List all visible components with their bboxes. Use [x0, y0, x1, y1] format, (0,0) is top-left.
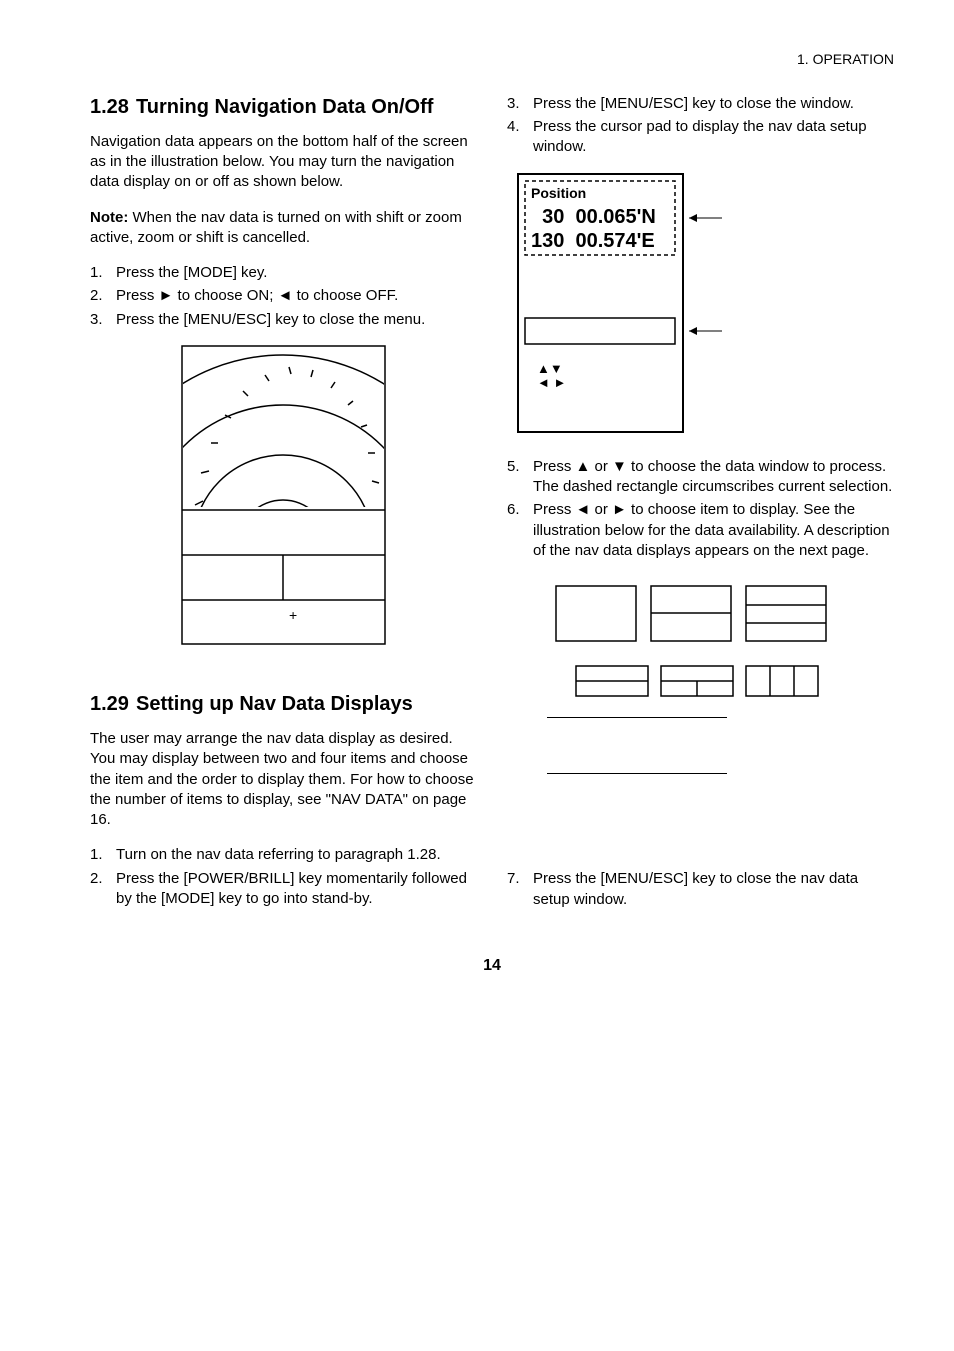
- section-128-title: Turning Navigation Data On/Off: [136, 94, 433, 120]
- step-text: Press the cursor pad to display the nav …: [533, 117, 894, 158]
- step-text: Press the [MENU/ESC] key to close the wi…: [533, 94, 894, 114]
- step-text: Press ◄ or ► to choose item to display. …: [533, 500, 894, 561]
- list-item: 2.Press the [POWER/BRILL] key momentaril…: [90, 869, 477, 910]
- section-129-steps: 1.Turn on the nav data referring to para…: [90, 845, 477, 909]
- step-number: 5.: [507, 457, 533, 498]
- note-label: Note:: [90, 209, 128, 226]
- svg-text:+: +: [289, 607, 297, 623]
- list-item: 6.Press ◄ or ► to choose item to display…: [507, 500, 894, 561]
- list-item: 2.Press ► to choose ON; ◄ to choose OFF.: [90, 286, 477, 306]
- box-layouts-illustration: [546, 581, 856, 711]
- list-item: 3.Press the [MENU/ESC] key to close the …: [507, 94, 894, 114]
- page-number: 14: [90, 955, 894, 977]
- left-column: 1.28Turning Navigation Data On/Off Navig…: [90, 94, 477, 925]
- svg-text:30 00.065'N: 30 00.065'N: [531, 206, 656, 228]
- step-number: 4.: [507, 117, 533, 158]
- section-129-intro: The user may arrange the nav data displa…: [90, 729, 477, 830]
- svg-text:◄ ►: ◄ ►: [537, 375, 566, 390]
- step-number: 1.: [90, 263, 116, 283]
- step-text: Turn on the nav data referring to paragr…: [116, 845, 477, 865]
- note-text: When the nav data is turned on with shif…: [90, 209, 462, 246]
- separator-line: [547, 717, 727, 718]
- section-128-note: Note: When the nav data is turned on wit…: [90, 208, 477, 249]
- step-number: 7.: [507, 869, 533, 910]
- list-item: 4.Press the cursor pad to display the na…: [507, 117, 894, 158]
- right-steps-bottom: 7.Press the [MENU/ESC] key to close the …: [507, 869, 894, 910]
- radar-figure: +: [90, 345, 477, 651]
- section-128-heading: 1.28Turning Navigation Data On/Off: [90, 94, 477, 120]
- nav-boxes-figure: [507, 581, 894, 717]
- list-item: 1.Press the [MODE] key.: [90, 263, 477, 283]
- step-text: Press the [MODE] key.: [116, 263, 477, 283]
- list-item: 7.Press the [MENU/ESC] key to close the …: [507, 869, 894, 910]
- section-129-heading: 1.29Setting up Nav Data Displays: [90, 691, 477, 717]
- list-item: 1.Turn on the nav data referring to para…: [90, 845, 477, 865]
- step-text: Press ▲ or ▼ to choose the data window t…: [533, 457, 894, 498]
- step-text: Press ► to choose ON; ◄ to choose OFF.: [116, 286, 477, 306]
- section-128-steps: 1.Press the [MODE] key. 2.Press ► to cho…: [90, 263, 477, 330]
- section-129-title: Setting up Nav Data Displays: [136, 691, 413, 717]
- chapter-header: 1. OPERATION: [90, 50, 894, 69]
- step-text: Press the [MENU/ESC] key to close the me…: [116, 310, 477, 330]
- svg-text:Position: Position: [531, 185, 586, 201]
- list-item: 5.Press ▲ or ▼ to choose the data window…: [507, 457, 894, 498]
- right-steps-mid: 5.Press ▲ or ▼ to choose the data window…: [507, 457, 894, 561]
- section-129-number: 1.29: [90, 691, 136, 717]
- separator-line: [547, 773, 727, 774]
- nav-data-setup-figure: Position 30 00.065'N 130 00.574'E ▲▼ ◄ ►: [517, 173, 894, 439]
- setup-window-illustration: Position 30 00.065'N 130 00.574'E ▲▼ ◄ ►: [517, 173, 727, 433]
- right-steps-top: 3.Press the [MENU/ESC] key to close the …: [507, 94, 894, 158]
- radar-illustration: +: [181, 345, 386, 645]
- section-128-number: 1.28: [90, 94, 136, 120]
- step-number: 2.: [90, 286, 116, 306]
- svg-text:130 00.574'E: 130 00.574'E: [531, 230, 655, 252]
- step-number: 3.: [90, 310, 116, 330]
- step-number: 6.: [507, 500, 533, 561]
- step-number: 1.: [90, 845, 116, 865]
- step-number: 2.: [90, 869, 116, 910]
- right-column: 3.Press the [MENU/ESC] key to close the …: [507, 94, 894, 925]
- section-128-intro: Navigation data appears on the bottom ha…: [90, 132, 477, 193]
- svg-text:▲▼: ▲▼: [537, 361, 563, 376]
- step-text: Press the [POWER/BRILL] key momentarily …: [116, 869, 477, 910]
- step-text: Press the [MENU/ESC] key to close the na…: [533, 869, 894, 910]
- list-item: 3.Press the [MENU/ESC] key to close the …: [90, 310, 477, 330]
- step-number: 3.: [507, 94, 533, 114]
